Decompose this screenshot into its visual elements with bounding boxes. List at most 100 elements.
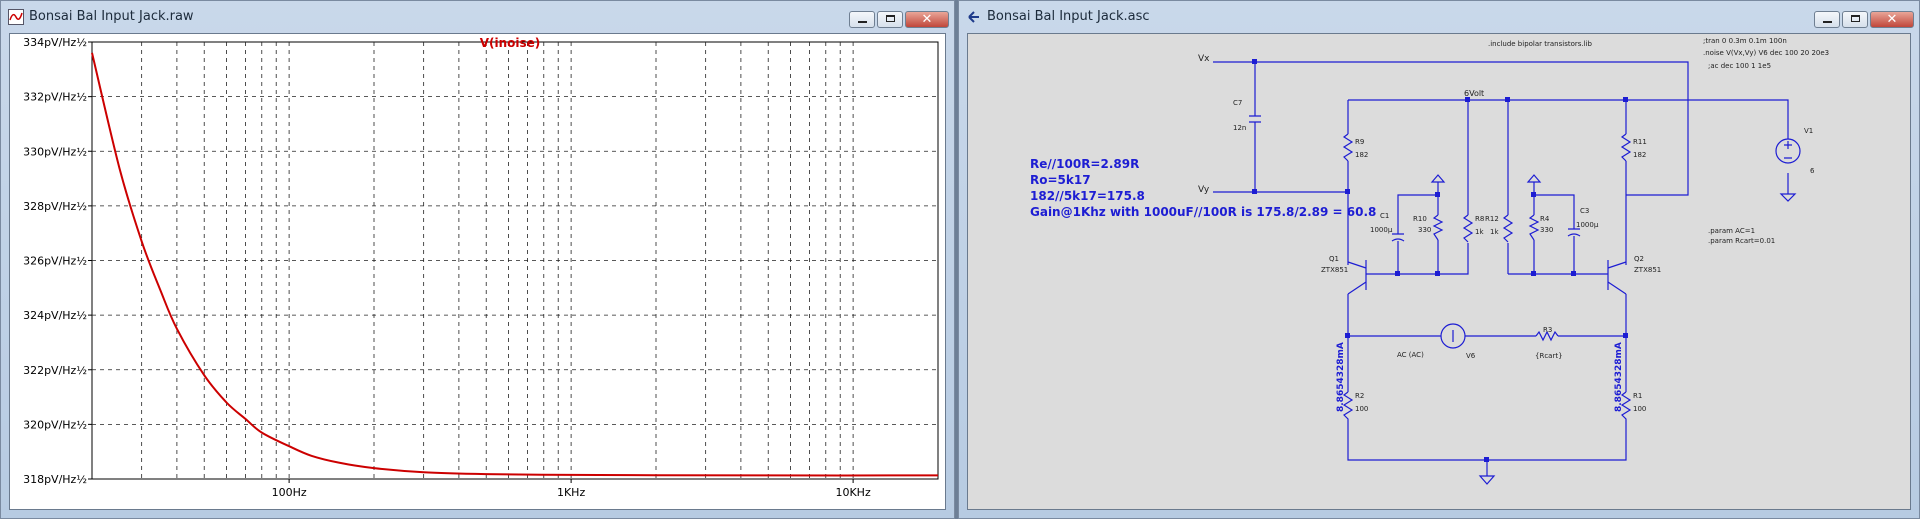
- r10-value[interactable]: 330: [1418, 226, 1431, 235]
- minimize-button[interactable]: [849, 11, 875, 28]
- y-tick-label: 318pV/Hz½: [23, 473, 87, 486]
- junction-dot: [1435, 271, 1440, 276]
- schematic-titlebar[interactable]: Bonsai Bal Input Jack.asc ✕: [959, 1, 1919, 33]
- directive-param-rcart[interactable]: .param Rcart=0.01: [1708, 237, 1775, 246]
- net-label-vx[interactable]: Vx: [1198, 54, 1209, 64]
- x-tick-label: 1KHz: [557, 486, 585, 499]
- q1-symbol: [1347, 260, 1367, 295]
- schematic-window: Bonsai Bal Input Jack.asc ✕ Vx Vy 6Volt …: [958, 0, 1920, 519]
- net-label-supply[interactable]: 6Volt: [1464, 89, 1484, 98]
- r10-name[interactable]: R10: [1413, 215, 1427, 224]
- y-tick-label: 320pV/Hz½: [23, 418, 87, 431]
- r8-value[interactable]: 1k: [1475, 228, 1484, 237]
- r8-name[interactable]: R8: [1475, 215, 1484, 224]
- directive-param-ac[interactable]: .param AC=1: [1708, 227, 1755, 236]
- q2-value[interactable]: ZTX851: [1634, 266, 1661, 275]
- y-tick-label: 324pV/Hz½: [23, 309, 87, 322]
- c7-value[interactable]: 12n: [1233, 124, 1246, 133]
- y-tick-label: 330pV/Hz½: [23, 145, 87, 158]
- r12-name[interactable]: R12: [1485, 215, 1499, 224]
- close-button[interactable]: ✕: [1870, 11, 1914, 28]
- ground-icon: [1478, 475, 1496, 485]
- minimize-button[interactable]: [1814, 11, 1840, 28]
- schematic-window-title: Bonsai Bal Input Jack.asc: [987, 9, 1150, 24]
- plot-area[interactable]: [91, 41, 939, 480]
- current-annotation-left[interactable]: 8.8654328mA: [1336, 342, 1346, 412]
- y-tick-label: 332pV/Hz½: [23, 91, 87, 104]
- r9-name[interactable]: R9: [1355, 138, 1364, 147]
- trace-label[interactable]: V(inoise): [480, 36, 541, 50]
- v6-value[interactable]: AC (AC): [1397, 351, 1424, 360]
- q2-name[interactable]: Q2: [1634, 255, 1644, 264]
- current-annotation-right[interactable]: 8.8654328mA: [1614, 342, 1624, 412]
- q1-name[interactable]: Q1: [1329, 255, 1339, 264]
- schematic-app-icon: [966, 9, 982, 25]
- r11-name[interactable]: R11: [1633, 138, 1647, 147]
- directive-noise[interactable]: .noise V(Vx,Vy) V6 dec 100 20 20e3: [1703, 49, 1829, 58]
- junction-dot: [1531, 192, 1536, 197]
- r4-value[interactable]: 330: [1540, 226, 1553, 235]
- r11-value[interactable]: 182: [1633, 151, 1646, 160]
- c7-symbol: [1249, 115, 1261, 123]
- gain-notes[interactable]: Re//100R=2.89R Ro=5k17 182//5k17=175.8 G…: [1030, 156, 1376, 220]
- y-tick-label: 328pV/Hz½: [23, 200, 87, 213]
- r11-symbol: [1620, 133, 1632, 162]
- junction-dot: [1435, 192, 1440, 197]
- v1-name[interactable]: V1: [1804, 127, 1813, 136]
- directive-tran[interactable]: ;tran 0 0.3m 0.1m 100n: [1703, 37, 1787, 46]
- ground-icon: [1430, 174, 1446, 183]
- minimize-icon: [1823, 21, 1832, 23]
- y-tick-label: 322pV/Hz½: [23, 364, 87, 377]
- c3-symbol: [1567, 228, 1581, 237]
- q2-symbol: [1607, 260, 1627, 295]
- v6-name[interactable]: V6: [1466, 352, 1475, 361]
- wire-q1-emitter: [1347, 294, 1627, 461]
- c3-name[interactable]: C3: [1580, 207, 1589, 216]
- maximize-button[interactable]: [1842, 11, 1868, 28]
- r3-name[interactable]: R3: [1543, 326, 1552, 335]
- x-tick-label: 100Hz: [272, 486, 307, 499]
- c1-symbol: [1391, 233, 1405, 242]
- r1-name[interactable]: R1: [1633, 392, 1642, 401]
- junction-dot: [1505, 97, 1510, 102]
- noise-plot[interactable]: 334pV/Hz½ 332pV/Hz½ 330pV/Hz½ 328pV/Hz½ 326p…: [10, 34, 946, 510]
- r1-value[interactable]: 100: [1633, 405, 1646, 414]
- c7-name[interactable]: C7: [1233, 99, 1242, 108]
- c1-name[interactable]: C1: [1380, 212, 1389, 221]
- r2-value[interactable]: 100: [1355, 405, 1368, 414]
- y-tick-label: 334pV/Hz½: [23, 36, 87, 49]
- r2-name[interactable]: R2: [1355, 392, 1364, 401]
- ground-icon: [1526, 174, 1542, 183]
- junction-dot: [1623, 97, 1628, 102]
- c3-value[interactable]: 1000µ: [1576, 221, 1598, 230]
- c1-value[interactable]: 1000µ: [1370, 226, 1392, 235]
- directive-include[interactable]: .include bipolar transistors.lib: [1488, 40, 1592, 49]
- note-line: 182//5k17=175.8: [1030, 189, 1145, 203]
- r12-value[interactable]: 1k: [1490, 228, 1499, 237]
- schematic-canvas[interactable]: Vx Vy 6Volt .include bipolar transistors…: [967, 33, 1911, 510]
- waveform-titlebar[interactable]: Bonsai Bal Input Jack.raw ✕: [1, 1, 954, 33]
- r9-value[interactable]: 182: [1355, 151, 1368, 160]
- maximize-button[interactable]: [877, 11, 903, 28]
- junction-dot: [1395, 271, 1400, 276]
- r8-symbol: [1462, 214, 1474, 243]
- r3-value[interactable]: {Rcart}: [1535, 352, 1563, 361]
- r10-symbol: [1432, 214, 1444, 241]
- schematic-drawing[interactable]: [968, 34, 1911, 510]
- q1-value[interactable]: ZTX851: [1321, 266, 1348, 275]
- minimize-icon: [858, 21, 867, 23]
- directive-ac[interactable]: ;ac dec 100 1 1e5: [1708, 62, 1771, 71]
- close-button[interactable]: ✕: [905, 11, 949, 28]
- wire-supply: [1348, 99, 1789, 129]
- maximize-icon: [1851, 15, 1860, 22]
- v1-value[interactable]: 6: [1810, 167, 1814, 176]
- maximize-icon: [886, 15, 895, 22]
- note-line: Re//100R=2.89R: [1030, 157, 1140, 171]
- r4-name[interactable]: R4: [1540, 215, 1549, 224]
- plot-pane[interactable]: 334pV/Hz½ 332pV/Hz½ 330pV/Hz½ 328pV/Hz½ 326p…: [9, 33, 946, 510]
- junction-dot: [1571, 271, 1576, 276]
- x-tick-label: 10KHz: [835, 486, 870, 499]
- v1-plus: [1784, 141, 1792, 159]
- waveform-window: Bonsai Bal Input Jack.raw ✕ 334pV/Hz½ 332…: [0, 0, 955, 519]
- waveform-app-icon: [8, 9, 24, 25]
